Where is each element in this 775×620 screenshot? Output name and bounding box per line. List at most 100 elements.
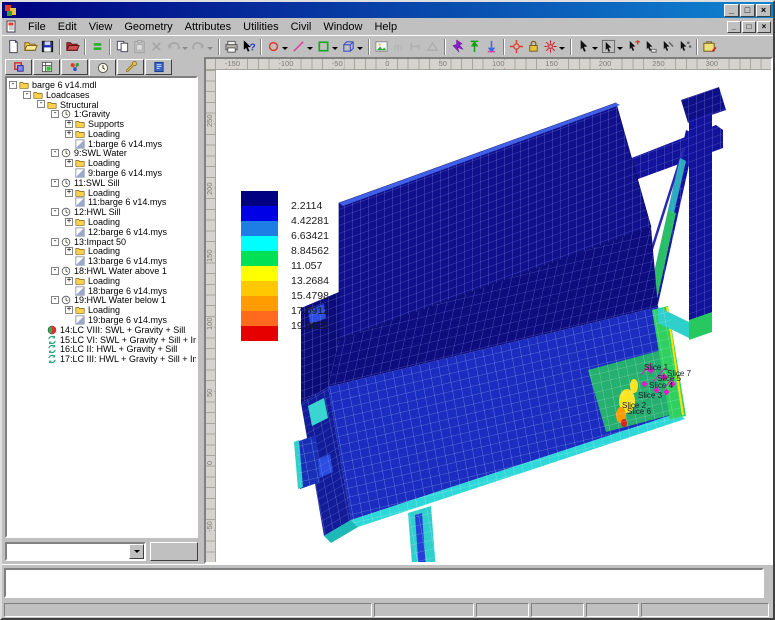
menu-civil[interactable]: Civil bbox=[285, 20, 318, 34]
tree-item[interactable]: 9:barge 6 v14.mys bbox=[75, 168, 196, 178]
tree-item[interactable]: -9:SWL Water bbox=[51, 149, 196, 159]
loadcases-tree[interactable]: -barge 6 v14.mdl-Loadcases-Structural-1:… bbox=[5, 76, 198, 538]
save-file-icon[interactable] bbox=[39, 38, 56, 55]
select-box-cursor-icon[interactable] bbox=[600, 38, 617, 55]
support-tool-icon[interactable] bbox=[407, 38, 424, 55]
restore-button[interactable]: □ bbox=[740, 4, 755, 17]
menu-attributes[interactable]: Attributes bbox=[179, 20, 237, 34]
volume-tool-dropdown[interactable] bbox=[357, 47, 363, 53]
tree-item[interactable]: 1:barge 6 v14.mys bbox=[75, 139, 196, 149]
tree-item[interactable]: +Loading bbox=[65, 188, 196, 198]
expand-icon[interactable]: + bbox=[65, 130, 73, 138]
tree-item[interactable]: -18:HWL Water above 1 bbox=[51, 266, 196, 276]
menu-window[interactable]: Window bbox=[317, 20, 368, 34]
select-box-cursor-dropdown[interactable] bbox=[617, 47, 623, 53]
select-cursor-dropdown[interactable] bbox=[592, 47, 598, 53]
tab-layers[interactable] bbox=[5, 59, 32, 75]
menu-view[interactable]: View bbox=[83, 20, 119, 34]
tree-item[interactable]: 17:LC III: HWL + Gravity + Sill + Impact bbox=[47, 354, 196, 364]
new-file-icon[interactable] bbox=[5, 38, 22, 55]
tree-item[interactable]: 13:barge 6 v14.mys bbox=[75, 256, 196, 266]
tree-item[interactable]: +Loading bbox=[65, 217, 196, 227]
tree-item[interactable]: 11:barge 6 v14.mys bbox=[75, 198, 196, 208]
target-tool-icon[interactable] bbox=[508, 38, 525, 55]
collapse-icon[interactable]: - bbox=[51, 208, 59, 216]
line-tool-icon[interactable] bbox=[290, 38, 307, 55]
print-icon[interactable] bbox=[223, 38, 240, 55]
redo-dropdown[interactable] bbox=[207, 47, 213, 53]
tree-item[interactable]: 12:barge 6 v14.mys bbox=[75, 227, 196, 237]
image-tool-icon[interactable] bbox=[373, 38, 390, 55]
tree-item[interactable]: +Loading bbox=[65, 276, 196, 286]
select-node-cursor-icon[interactable] bbox=[676, 38, 693, 55]
redo-icon[interactable] bbox=[190, 38, 207, 55]
select-add-cursor-icon[interactable] bbox=[625, 38, 642, 55]
tree-item[interactable]: 18:barge 6 v14.mys bbox=[75, 286, 196, 296]
specify-button[interactable] bbox=[150, 542, 198, 561]
tab-attributes[interactable] bbox=[61, 59, 88, 75]
collapse-icon[interactable]: - bbox=[37, 100, 45, 108]
chevron-down-icon[interactable] bbox=[129, 544, 144, 559]
child-minimize-button[interactable]: _ bbox=[727, 21, 741, 33]
copy-icon[interactable] bbox=[114, 38, 131, 55]
mesh-tool-icon[interactable]: m bbox=[390, 38, 407, 55]
cycle-tool-icon[interactable] bbox=[542, 38, 559, 55]
loading-tool-icon[interactable] bbox=[424, 38, 441, 55]
open-model-icon[interactable] bbox=[64, 38, 81, 55]
tree-item[interactable]: +Loading bbox=[65, 247, 196, 257]
context-help-icon[interactable]: ? bbox=[240, 38, 257, 55]
expand-icon[interactable]: + bbox=[65, 306, 73, 314]
model-viewport[interactable]: 2.21144.422816.634218.8456211.05713.2684… bbox=[216, 70, 771, 562]
surface-tool-icon[interactable] bbox=[315, 38, 332, 55]
undo-dropdown[interactable] bbox=[182, 47, 188, 53]
tree-item[interactable]: +Loading bbox=[65, 158, 196, 168]
tree-item[interactable]: +Loading bbox=[65, 129, 196, 139]
select-drag-cursor-icon[interactable] bbox=[642, 38, 659, 55]
solve-icon[interactable] bbox=[449, 38, 466, 55]
expand-icon[interactable]: + bbox=[65, 277, 73, 285]
select-cursor-icon[interactable] bbox=[575, 38, 592, 55]
tree-item[interactable]: +Loading bbox=[65, 305, 196, 315]
expand-icon[interactable]: + bbox=[65, 159, 73, 167]
tab-groups[interactable] bbox=[33, 59, 60, 75]
line-tool-dropdown[interactable] bbox=[307, 47, 313, 53]
child-restore-button[interactable]: □ bbox=[742, 21, 756, 33]
tab-loadcases[interactable] bbox=[89, 59, 116, 76]
close-button[interactable]: × bbox=[756, 4, 771, 17]
collapse-icon[interactable]: - bbox=[51, 179, 59, 187]
tree-item[interactable]: 19:barge 6 v14.mys bbox=[75, 315, 196, 325]
surface-tool-dropdown[interactable] bbox=[332, 47, 338, 53]
collapse-icon[interactable]: - bbox=[23, 91, 31, 99]
collapse-icon[interactable]: - bbox=[51, 296, 59, 304]
tree-item[interactable]: 15:LC VI: SWL + Gravity + Sill + Impact bbox=[47, 335, 196, 345]
minimize-button[interactable]: _ bbox=[724, 4, 739, 17]
point-tool-dropdown[interactable] bbox=[282, 47, 288, 53]
tab-reports[interactable] bbox=[145, 59, 172, 75]
fetch-results-icon[interactable] bbox=[466, 38, 483, 55]
expand-icon[interactable]: + bbox=[65, 247, 73, 255]
collapse-icon[interactable]: - bbox=[51, 110, 59, 118]
collapse-icon[interactable]: - bbox=[51, 267, 59, 275]
menu-edit[interactable]: Edit bbox=[52, 20, 83, 34]
point-tool-icon[interactable] bbox=[265, 38, 282, 55]
selection-dropdown[interactable] bbox=[5, 542, 146, 561]
open-file-icon[interactable] bbox=[22, 38, 39, 55]
lock-tool-icon[interactable] bbox=[525, 38, 542, 55]
paste-icon[interactable] bbox=[131, 38, 148, 55]
volume-tool-icon[interactable] bbox=[340, 38, 357, 55]
equivalence-icon[interactable] bbox=[89, 38, 106, 55]
menu-file[interactable]: File bbox=[22, 20, 52, 34]
dump-results-icon[interactable] bbox=[483, 38, 500, 55]
delete-icon[interactable] bbox=[148, 38, 165, 55]
expand-icon[interactable]: + bbox=[65, 120, 73, 128]
select-line-cursor-icon[interactable] bbox=[659, 38, 676, 55]
expand-icon[interactable]: + bbox=[65, 218, 73, 226]
properties-tool-icon[interactable] bbox=[701, 38, 718, 55]
tab-utilities[interactable] bbox=[117, 59, 144, 75]
tree-item[interactable]: 16:LC II: HWL + Gravity + Sill bbox=[47, 345, 196, 355]
collapse-icon[interactable]: - bbox=[51, 149, 59, 157]
expand-icon[interactable]: + bbox=[65, 189, 73, 197]
tree-item[interactable]: -11:SWL Sill bbox=[51, 178, 196, 188]
tree-item[interactable]: -barge 6 v14.mdl bbox=[9, 80, 196, 90]
tree-item[interactable]: +Supports bbox=[65, 119, 196, 129]
